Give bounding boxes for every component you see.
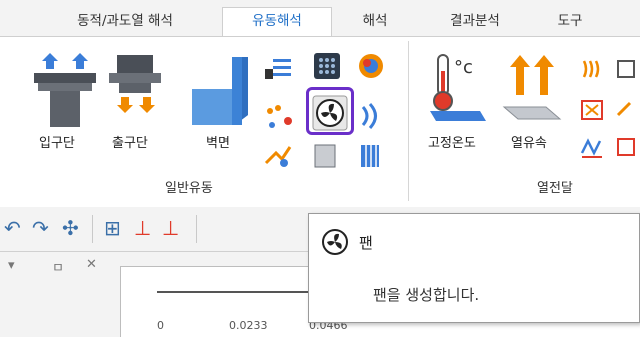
extra-heat-button-3[interactable] [612, 133, 638, 165]
fan-tooltip: 팬 팬을 생성합니다. [308, 213, 640, 323]
tab-flow-analysis[interactable]: 유동해석 [222, 7, 332, 38]
group-divider [408, 41, 409, 201]
heat-flux-label: 열유속 [511, 136, 547, 151]
outlet-button[interactable] [105, 51, 165, 131]
porous-button[interactable] [312, 141, 340, 175]
toolbar-divider-2 [196, 215, 197, 243]
heater-icon [617, 60, 635, 78]
inlet-label: 입구단 [39, 136, 75, 151]
svg-text:°c: °c [454, 57, 473, 78]
porous-icon [314, 144, 336, 168]
particles-button[interactable] [262, 103, 296, 137]
wall-icon [192, 57, 248, 127]
tooltip-title: 팬 [359, 234, 373, 252]
axis-y-icon[interactable]: ⊥ [162, 216, 179, 240]
particles-icon [267, 105, 292, 128]
rotate-icon-2[interactable]: ↷ [32, 216, 49, 240]
dropdown-arrow-icon[interactable]: ▾ [8, 258, 15, 273]
fan-highlight [306, 87, 354, 135]
fixed-temp-button[interactable]: °c [428, 51, 488, 131]
heat-flux-button[interactable] [502, 51, 562, 131]
ribbon-tab-strip: 동적/과도열 해석 유동해석 해석 결과분석 도구 [0, 0, 640, 38]
tab-result-analysis[interactable]: 결과분석 [430, 8, 520, 36]
heat-group-label: 열전달 [537, 181, 573, 196]
tab-dynamic-transient[interactable]: 동적/과도열 해석 [40, 8, 210, 36]
filter-button[interactable] [355, 141, 385, 175]
fit-view-icon[interactable]: ⊞ [104, 216, 121, 240]
thermometer-icon: °c [430, 54, 486, 121]
scale-bar [157, 291, 317, 293]
flow-lines-icon [265, 59, 291, 79]
color-map-icon [359, 54, 383, 78]
filter-icon [361, 145, 379, 167]
flow-lines-button[interactable] [263, 53, 293, 87]
fan-icon [322, 229, 348, 255]
axis-z-icon[interactable]: ⊥ [134, 216, 151, 240]
fixed-temp-label: 고정온도 [428, 136, 476, 151]
inlet-button[interactable] [30, 51, 100, 131]
radiation-icon [581, 100, 603, 120]
extra-heat-button-2[interactable] [612, 95, 638, 127]
contact-button[interactable] [578, 133, 606, 165]
toolbar-divider [92, 215, 93, 243]
scale-tick-1: 0.0233 [229, 319, 268, 332]
convection-button[interactable] [578, 55, 606, 87]
rotate-icon[interactable]: ↶ [4, 216, 21, 240]
tab-tools[interactable]: 도구 [545, 8, 595, 36]
wall-label: 벽면 [206, 136, 230, 151]
grid-icon [314, 53, 340, 79]
waves-button[interactable] [355, 101, 387, 135]
extra-heat-button-1[interactable] [612, 55, 638, 87]
radiation-button[interactable] [578, 95, 606, 127]
heat-flux-icon [502, 55, 562, 120]
tooltip-description: 팬을 생성합니다. [373, 286, 480, 304]
scale-tick-0: 0 [157, 319, 164, 332]
heat-arrow-icon [616, 101, 632, 117]
outlet-icon [109, 55, 161, 113]
close-icon[interactable]: ✕ [86, 257, 97, 272]
outlet-label: 출구단 [112, 136, 148, 151]
flow-group-label: 일반유동 [165, 181, 213, 196]
color-map-button[interactable] [355, 51, 387, 85]
waves-icon [361, 102, 377, 130]
contact-icon [580, 138, 602, 158]
convection-icon [582, 60, 600, 78]
inlet-icon [34, 53, 96, 127]
swirl-button[interactable] [262, 141, 294, 175]
heat-source-icon [617, 138, 635, 156]
swirl-icon [264, 146, 292, 167]
pan-icon[interactable]: ✣ [62, 216, 79, 240]
grid-button[interactable] [312, 51, 342, 85]
tab-analysis[interactable]: 해석 [345, 8, 405, 36]
wall-button[interactable] [188, 55, 252, 129]
pin-icon[interactable]: ㅁ [52, 257, 64, 276]
